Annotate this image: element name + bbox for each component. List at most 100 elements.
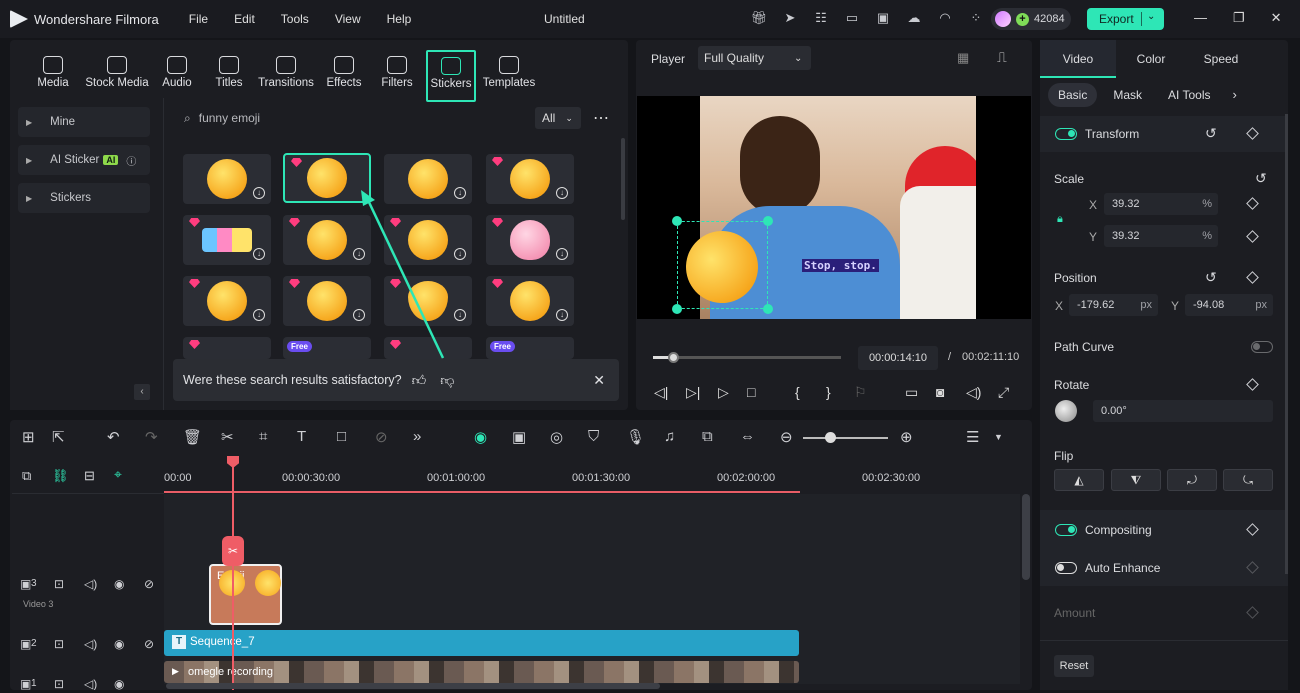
- collapse-sidebar-button[interactable]: ‹: [134, 384, 150, 400]
- tab-speed[interactable]: Speed: [1186, 40, 1256, 78]
- compositing-toggle[interactable]: [1055, 524, 1077, 536]
- crop-icon[interactable]: ⌗: [259, 428, 267, 445]
- auto-beat-icon[interactable]: ◎: [550, 428, 563, 446]
- rotate-cw-button[interactable]: ⤾: [1167, 469, 1217, 491]
- tab-titles[interactable]: Titles: [202, 40, 256, 98]
- tab-audio[interactable]: Audio: [152, 40, 202, 98]
- transform-toggle[interactable]: [1055, 128, 1077, 140]
- monitor-icon[interactable]: ▭: [905, 384, 918, 401]
- prev-frame-icon[interactable]: ◁|: [654, 384, 668, 401]
- flip-vertical-button[interactable]: ⧨: [1111, 469, 1161, 491]
- download-icon[interactable]: ↓: [556, 248, 568, 260]
- sticker-item[interactable]: ↓: [183, 215, 271, 265]
- layout-grid-icon[interactable]: ⊞: [22, 428, 35, 446]
- mute-icon[interactable]: ◁): [84, 577, 97, 591]
- thumbs-down-icon[interactable]: 👎︎: [440, 372, 454, 389]
- shield-icon[interactable]: ⛉: [588, 428, 599, 445]
- snap-icon[interactable]: ⌖: [114, 466, 122, 483]
- cloud-upload-icon[interactable]: ☁: [905, 9, 923, 27]
- properties-scrollbar[interactable]: [1285, 114, 1288, 574]
- flip-horizontal-button[interactable]: ◭: [1054, 469, 1104, 491]
- sticker-item[interactable]: ↓: [486, 276, 574, 326]
- select-tool-icon[interactable]: ⇱: [52, 428, 65, 446]
- volume-icon[interactable]: ◁): [966, 384, 981, 401]
- sticker-item[interactable]: [183, 337, 271, 359]
- zoom-out-icon[interactable]: ⊖: [780, 428, 793, 446]
- sidebar-item-ai-sticker[interactable]: ▶ AI Sticker AI ⓘ: [18, 145, 150, 175]
- ai-mate-icon[interactable]: ◉: [474, 428, 487, 446]
- chevron-down-icon[interactable]: ▼: [994, 432, 1003, 442]
- apps-grid-icon[interactable]: ⁘: [967, 9, 985, 27]
- subtab-ai-tools[interactable]: AI Tools: [1158, 83, 1220, 107]
- text-tool-icon[interactable]: T: [297, 428, 306, 445]
- play-icon[interactable]: ▷: [718, 384, 729, 401]
- mask-tool-icon[interactable]: ⊘: [375, 428, 388, 446]
- tab-effects[interactable]: Effects: [316, 40, 372, 98]
- position-y-field[interactable]: -94.08 px: [1185, 294, 1273, 316]
- export-button[interactable]: Export ⌄: [1087, 8, 1164, 30]
- timeline-playhead[interactable]: [232, 458, 234, 690]
- sticker-item[interactable]: ↓: [486, 154, 574, 204]
- video-clip[interactable]: ▶ omegle recording: [164, 661, 799, 683]
- playback-track[interactable]: [653, 356, 841, 359]
- close-icon[interactable]: ✕: [1271, 10, 1282, 26]
- text-clip[interactable]: T Sequence_7: [164, 630, 799, 656]
- subtab-mask[interactable]: Mask: [1103, 83, 1152, 107]
- zoom-in-icon[interactable]: ⊕: [900, 428, 913, 446]
- tab-video[interactable]: Video: [1040, 40, 1116, 78]
- timeline-ruler[interactable]: 00:00 00:00:30:00 00:01:00:00 00:01:30:0…: [164, 462, 1030, 494]
- sticker-item[interactable]: ↓: [486, 215, 574, 265]
- resize-handle[interactable]: [763, 304, 773, 314]
- microphone-icon[interactable]: 🎙︎: [626, 428, 645, 446]
- link-icon[interactable]: ⛓: [52, 468, 69, 484]
- lock-icon[interactable]: 🔒︎: [1057, 213, 1063, 226]
- more-tools-icon[interactable]: »: [413, 428, 421, 445]
- lock-track-icon[interactable]: ⊡: [54, 577, 64, 591]
- grid-view-icon[interactable]: ▦: [957, 50, 969, 66]
- scope-icon[interactable]: ⎍: [997, 49, 1007, 66]
- music-list-icon[interactable]: ♫: [664, 428, 675, 445]
- path-curve-toggle[interactable]: [1251, 341, 1273, 353]
- quality-select[interactable]: Full Quality ⌄: [698, 46, 811, 70]
- mark-in-icon[interactable]: {: [795, 384, 800, 400]
- fit-icon[interactable]: ⇔: [740, 428, 755, 445]
- search-input[interactable]: funny emoji: [199, 111, 260, 125]
- stop-icon[interactable]: □: [747, 384, 755, 400]
- sidebar-item-stickers[interactable]: ▶ Stickers: [18, 183, 150, 213]
- next-frame-icon[interactable]: ▷|: [686, 384, 700, 401]
- eye-icon[interactable]: ◉: [114, 637, 124, 651]
- thumbs-up-icon[interactable]: 👍︎: [412, 372, 427, 389]
- rotate-field[interactable]: 0.00°: [1093, 400, 1273, 422]
- menu-edit[interactable]: Edit: [234, 12, 255, 26]
- disable-effects-icon[interactable]: ⊘: [144, 577, 154, 591]
- sticker-item[interactable]: ↓: [183, 154, 271, 204]
- layout-icon[interactable]: ▭: [843, 9, 861, 27]
- disable-effects-icon[interactable]: ⊘: [144, 637, 154, 651]
- subtab-basic[interactable]: Basic: [1048, 83, 1098, 107]
- minimize-icon[interactable]: —: [1194, 10, 1207, 26]
- tab-color[interactable]: Color: [1116, 40, 1186, 78]
- sticker-item[interactable]: ↓: [183, 276, 271, 326]
- eye-icon[interactable]: ◉: [114, 677, 124, 690]
- split-marker-icon[interactable]: ✂: [222, 536, 244, 566]
- tab-stickers[interactable]: Stickers: [426, 50, 476, 102]
- chevron-right-icon[interactable]: ›: [1232, 83, 1236, 109]
- reset-icon[interactable]: ↺: [1255, 170, 1267, 187]
- tab-transitions[interactable]: Transitions: [256, 40, 316, 98]
- eye-icon[interactable]: ◉: [114, 577, 124, 591]
- scale-y-field[interactable]: 39.32%: [1104, 225, 1218, 247]
- lock-track-icon[interactable]: ⊡: [54, 637, 64, 651]
- fullscreen-icon[interactable]: ⤢: [998, 384, 1009, 401]
- send-icon[interactable]: ➤: [781, 9, 799, 27]
- redo-icon[interactable]: ↷: [145, 428, 158, 446]
- resize-handle[interactable]: [763, 216, 773, 226]
- resize-handle[interactable]: [672, 304, 682, 314]
- sticker-item[interactable]: Free: [486, 337, 574, 359]
- credits-badge[interactable]: + 42084: [991, 8, 1071, 30]
- lock-track-icon[interactable]: ⊡: [54, 677, 64, 690]
- tab-filters[interactable]: Filters: [372, 40, 422, 98]
- library-scrollbar[interactable]: [621, 138, 625, 220]
- download-icon[interactable]: ↓: [556, 309, 568, 321]
- menu-view[interactable]: View: [335, 12, 361, 26]
- chevron-down-icon[interactable]: ⌄: [1147, 11, 1155, 22]
